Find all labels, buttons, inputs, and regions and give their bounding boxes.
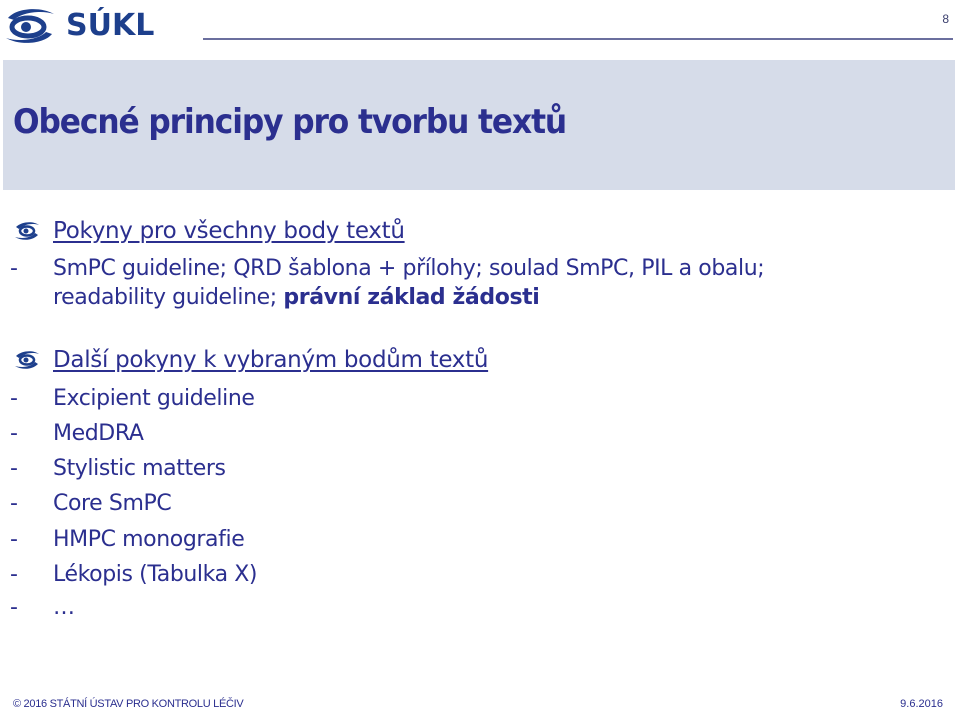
section-heading: Další pokyny k vybraným bodům textů [14, 347, 488, 373]
section-heading-label: Další pokyny k vybraným bodům textů [53, 347, 489, 373]
list-dash: - [10, 595, 18, 620]
list-dash: - [10, 562, 18, 587]
list-item-text-continued: readability guideline; právní základ žád… [53, 285, 540, 310]
list-item-text: … [53, 595, 75, 620]
list-dash: - [10, 256, 18, 281]
list-item-text: readability guideline; [53, 285, 284, 310]
list-dash: - [10, 491, 18, 516]
page-number: 8 [942, 12, 949, 26]
list-item-text: SmPC guideline; QRD šablona + přílohy; s… [53, 256, 765, 281]
footer-copyright: © 2016 STÁTNÍ ÚSTAV PRO KONTROLU LÉČIV [13, 698, 244, 710]
list-item-text: HMPC monografie [53, 527, 245, 552]
footer-date: 9.6.2016 [900, 698, 943, 710]
list-dash: - [10, 386, 18, 411]
list-dash: - [10, 456, 18, 481]
list-item-text: MedDRA [53, 421, 144, 446]
list-item-text: Lékopis (Tabulka X) [53, 562, 258, 587]
list-dash: - [10, 421, 18, 446]
eye-bullet-icon [15, 222, 39, 240]
slide-title: Obecné principy pro tvorbu textů [13, 102, 567, 142]
list-item-text: Excipient guideline [53, 386, 255, 411]
list-dash: - [10, 527, 18, 552]
eye-bullet-icon [15, 351, 39, 369]
list-item-text: Core SmPC [53, 491, 172, 516]
sukl-eye-icon [6, 9, 54, 43]
list-item-text: Stylistic matters [53, 456, 226, 481]
section-heading-label: Pokyny pro všechny body textů [53, 218, 405, 244]
list-item-bold-text: právní základ žádosti [283, 285, 540, 310]
section-heading: Pokyny pro všechny body textů [14, 218, 405, 244]
sukl-logo: SÚKL [4, 6, 154, 46]
header-divider [203, 38, 953, 40]
logo-text: SÚKL [66, 8, 155, 43]
